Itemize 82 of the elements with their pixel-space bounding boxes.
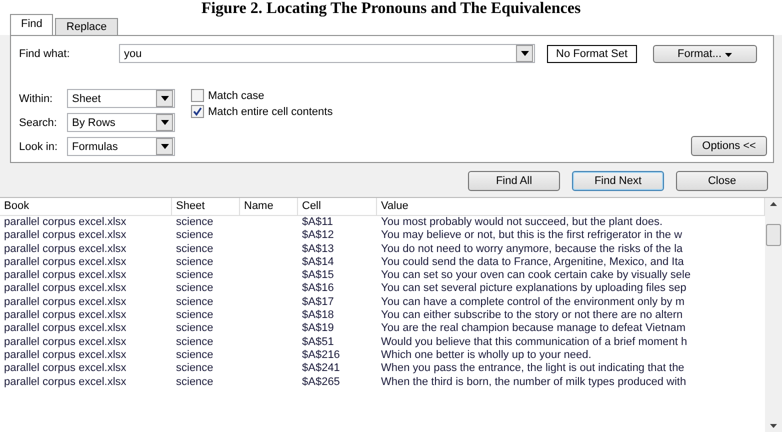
table-cell: parallel corpus excel.xlsx — [4, 322, 126, 334]
table-cell: You can set so your oven can cook certain cake by visually sele — [381, 269, 691, 282]
format-preview: No Format Set — [547, 44, 637, 62]
table-cell: When you pass the entrance, the light is out indicating that the — [381, 362, 684, 374]
caret-icon — [724, 52, 732, 56]
table-cell: parallel corpus excel.xlsx — [4, 296, 126, 308]
scroll-thumb[interactable] — [766, 224, 781, 246]
table-cell: parallel corpus excel.xlsx — [4, 336, 126, 348]
checkbox-option[interactable]: Match case — [191, 89, 333, 102]
table-cell: science — [176, 336, 214, 348]
table-cell: parallel corpus excel.xlsx — [4, 309, 126, 322]
column-header[interactable]: Cell — [298, 198, 377, 215]
figure-caption: Figure 2. Locating The Pronouns and The Equivalences — [0, 0, 782, 18]
table-cell: You may believe or not, but this is the first refrigerator in the w — [381, 229, 682, 242]
format-button[interactable]: Format... — [652, 44, 757, 62]
table-cell: science — [176, 296, 214, 308]
table-cell: science — [176, 362, 214, 374]
table-cell: $A$17 — [302, 296, 334, 308]
column-header[interactable]: Name — [240, 198, 298, 215]
table-cell: $A$12 — [302, 229, 334, 242]
table-cell: $A$19 — [302, 322, 334, 334]
table-cell: Would you believe that this communication of a brief moment h — [381, 336, 688, 348]
option-label: Search: — [19, 116, 58, 128]
table-cell: parallel corpus excel.xlsx — [4, 269, 126, 282]
table-cell: parallel corpus excel.xlsx — [4, 229, 126, 242]
table-cell: $A$15 — [302, 269, 334, 282]
column-header[interactable]: Sheet — [172, 198, 240, 215]
tab[interactable]: Replace — [55, 18, 118, 35]
table-cell: science — [176, 269, 214, 282]
checkbox[interactable] — [191, 105, 204, 118]
table-cell: parallel corpus excel.xlsx — [4, 376, 126, 388]
scroll-up-icon[interactable] — [770, 202, 777, 206]
dialog-button[interactable]: Close — [676, 171, 768, 191]
table-cell: $A$13 — [302, 242, 334, 255]
dialog-button[interactable]: Find All — [468, 171, 560, 191]
table-cell: science — [176, 229, 214, 242]
table-cell: parallel corpus excel.xlsx — [4, 256, 126, 268]
table-cell: You most probably would not succeed, but the plant does. — [381, 216, 663, 228]
table-cell: You do not need to worry anymore, because the risks of the la — [381, 242, 683, 255]
table-cell: $A$241 — [302, 362, 340, 374]
table-cell: science — [176, 322, 214, 334]
scroll-down-icon[interactable] — [770, 424, 777, 428]
scrollbar[interactable] — [765, 198, 782, 432]
table-cell: You can either subscribe to the story or not there are no altern — [381, 309, 683, 322]
checkbox-option[interactable]: Match entire cell contents — [191, 105, 333, 118]
table-cell: science — [176, 242, 214, 255]
option-dropdown[interactable]: By Rows — [67, 113, 175, 132]
table-cell: science — [176, 256, 214, 268]
dialog-button[interactable]: Find Next — [572, 171, 664, 191]
table-cell: $A$216 — [302, 348, 340, 361]
table-cell: $A$51 — [302, 336, 334, 348]
option-label: Within: — [19, 92, 54, 104]
find-what-label: Find what: — [19, 48, 71, 60]
table-cell: parallel corpus excel.xlsx — [4, 242, 126, 255]
table-cell: You are the real champion because manage to defeat Vietnam — [381, 322, 686, 334]
table-cell: parallel corpus excel.xlsx — [4, 282, 126, 294]
table-cell: $A$14 — [302, 256, 334, 268]
tab[interactable]: Find — [10, 14, 54, 35]
checkbox[interactable] — [191, 89, 204, 102]
table-cell: science — [176, 376, 214, 388]
table-cell: science — [176, 282, 214, 294]
table-cell: science — [176, 216, 214, 228]
table-cell: parallel corpus excel.xlsx — [4, 216, 126, 228]
table-cell: You could send the data to France, Argenitine, Mexico, and Ita — [381, 256, 684, 268]
table-cell: You can have a complete control of the environment only by m — [381, 296, 684, 308]
column-header[interactable]: Book — [0, 198, 172, 215]
table-cell: When the third is born, the number of milk types produced with — [381, 376, 686, 388]
table-cell: You can set several picture explanations by uploading files sep — [381, 282, 686, 294]
table-cell: $A$265 — [302, 376, 340, 388]
table-cell: $A$18 — [302, 309, 334, 322]
table-cell: $A$16 — [302, 282, 334, 294]
table-cell: science — [176, 309, 214, 322]
option-label: Look in: — [19, 140, 59, 152]
find-what-field[interactable]: you — [119, 44, 535, 63]
options-button[interactable]: Options << — [691, 136, 767, 156]
table-cell: Which one better is wholly up to your need. — [381, 348, 592, 361]
table-cell: parallel corpus excel.xlsx — [4, 348, 126, 361]
table-cell: $A$11 — [302, 216, 333, 228]
table-cell: science — [176, 348, 214, 361]
option-dropdown[interactable]: Formulas — [67, 137, 175, 156]
table-cell: parallel corpus excel.xlsx — [4, 362, 126, 374]
option-dropdown[interactable]: Sheet — [67, 89, 175, 108]
